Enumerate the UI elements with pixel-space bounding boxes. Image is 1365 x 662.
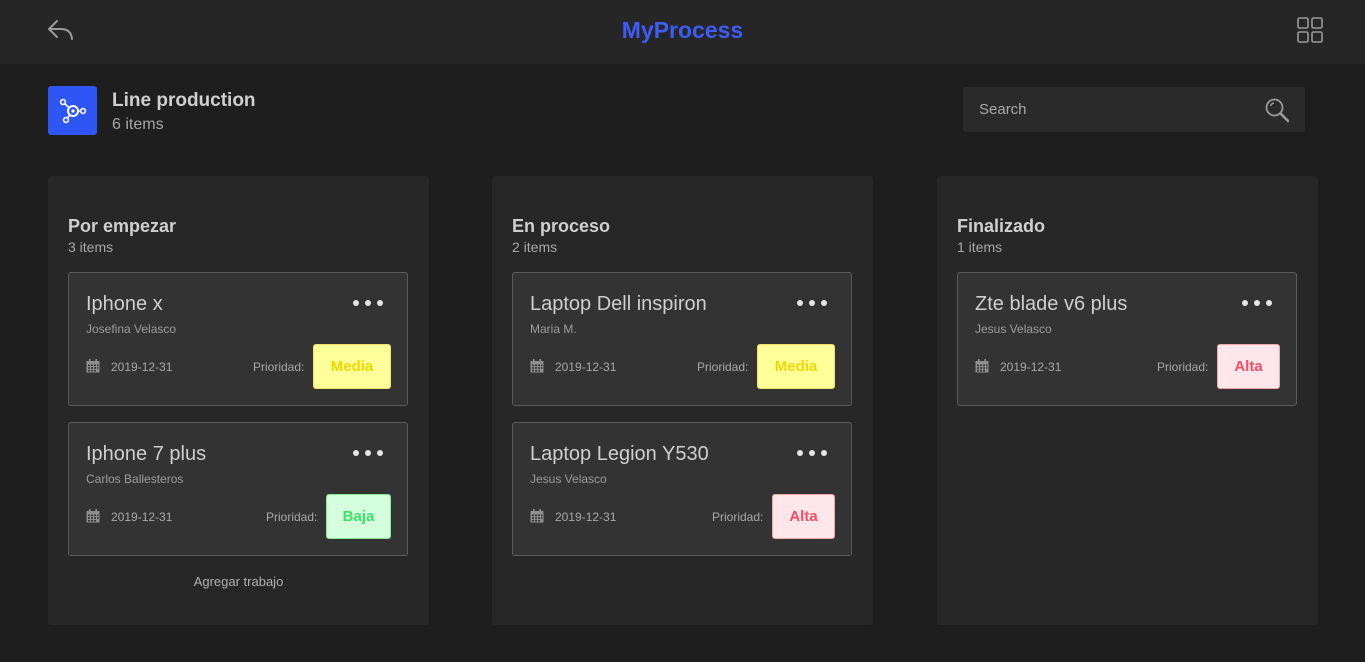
card-owner: Josefina Velasco: [86, 322, 177, 336]
column-item-count: 2 items: [512, 239, 558, 255]
more-options-icon[interactable]: [797, 295, 827, 311]
calendar-icon: [530, 359, 544, 373]
priority-label: Prioridad:: [712, 510, 764, 524]
card-due-date: 2019-12-31: [555, 360, 617, 374]
task-card[interactable]: Laptop Legion Y530 Jesus Velasco 2019-12…: [512, 422, 852, 556]
add-job-button[interactable]: Agregar trabajo: [48, 574, 429, 589]
priority-label: Prioridad:: [253, 360, 305, 374]
process-nodes-icon: [48, 86, 97, 135]
card-title: Zte blade v6 plus: [975, 293, 1128, 315]
more-options-icon[interactable]: [353, 295, 383, 311]
column-item-count: 1 items: [957, 239, 1003, 255]
card-title: Laptop Dell inspiron: [530, 293, 707, 315]
task-card[interactable]: Laptop Dell inspiron Maria M. 2019-12-31…: [512, 272, 852, 406]
more-options-icon[interactable]: [1242, 295, 1272, 311]
calendar-icon: [86, 509, 100, 523]
priority-badge: Alta: [772, 494, 835, 539]
priority-badge: Media: [757, 344, 835, 389]
column-por-empezar: Por empezar 3 items Iphone x Josefina Ve…: [48, 176, 429, 625]
card-due-date: 2019-12-31: [111, 510, 173, 524]
card-title: Iphone 7 plus: [86, 443, 207, 465]
card-due-date: 2019-12-31: [111, 360, 173, 374]
column-title: Por empezar: [68, 216, 177, 236]
grid-icon[interactable]: [1297, 17, 1323, 43]
priority-badge: Baja: [326, 494, 391, 539]
priority-badge: Alta: [1217, 344, 1280, 389]
card-due-date: 2019-12-31: [555, 510, 617, 524]
search-icon[interactable]: [1264, 97, 1290, 123]
board-item-count: 6 items: [112, 116, 164, 133]
card-title: Iphone x: [86, 293, 163, 315]
priority-label: Prioridad:: [697, 360, 749, 374]
task-card[interactable]: Iphone 7 plus Carlos Ballesteros 2019-12…: [68, 422, 408, 556]
priority-label: Prioridad:: [266, 510, 318, 524]
more-options-icon[interactable]: [797, 445, 827, 461]
card-owner: Carlos Ballesteros: [86, 472, 184, 486]
calendar-icon: [530, 509, 544, 523]
more-options-icon[interactable]: [353, 445, 383, 461]
column-title: En proceso: [512, 216, 611, 236]
card-owner: Jesus Velasco: [975, 322, 1052, 336]
priority-label: Prioridad:: [1157, 360, 1209, 374]
search-box: [963, 87, 1305, 132]
column-item-count: 3 items: [68, 239, 114, 255]
board-title: Line production: [112, 90, 256, 111]
task-card[interactable]: Iphone x Josefina Velasco 2019-12-31 Pri…: [68, 272, 408, 406]
priority-badge: Media: [313, 344, 391, 389]
calendar-icon: [86, 359, 100, 373]
card-owner: Maria M.: [530, 322, 577, 336]
column-title: Finalizado: [957, 216, 1046, 236]
search-input[interactable]: [979, 87, 1259, 132]
app-title: MyProcess: [621, 17, 744, 43]
top-bar: MyProcess: [0, 0, 1365, 64]
column-finalizado: Finalizado 1 items Zte blade v6 plus Jes…: [937, 176, 1318, 625]
task-card[interactable]: Zte blade v6 plus Jesus Velasco 2019-12-…: [957, 272, 1297, 406]
card-owner: Jesus Velasco: [530, 472, 607, 486]
card-due-date: 2019-12-31: [1000, 360, 1062, 374]
card-title: Laptop Legion Y530: [530, 443, 709, 465]
calendar-icon: [975, 359, 989, 373]
column-en-proceso: En proceso 2 items Laptop Dell inspiron …: [492, 176, 873, 625]
